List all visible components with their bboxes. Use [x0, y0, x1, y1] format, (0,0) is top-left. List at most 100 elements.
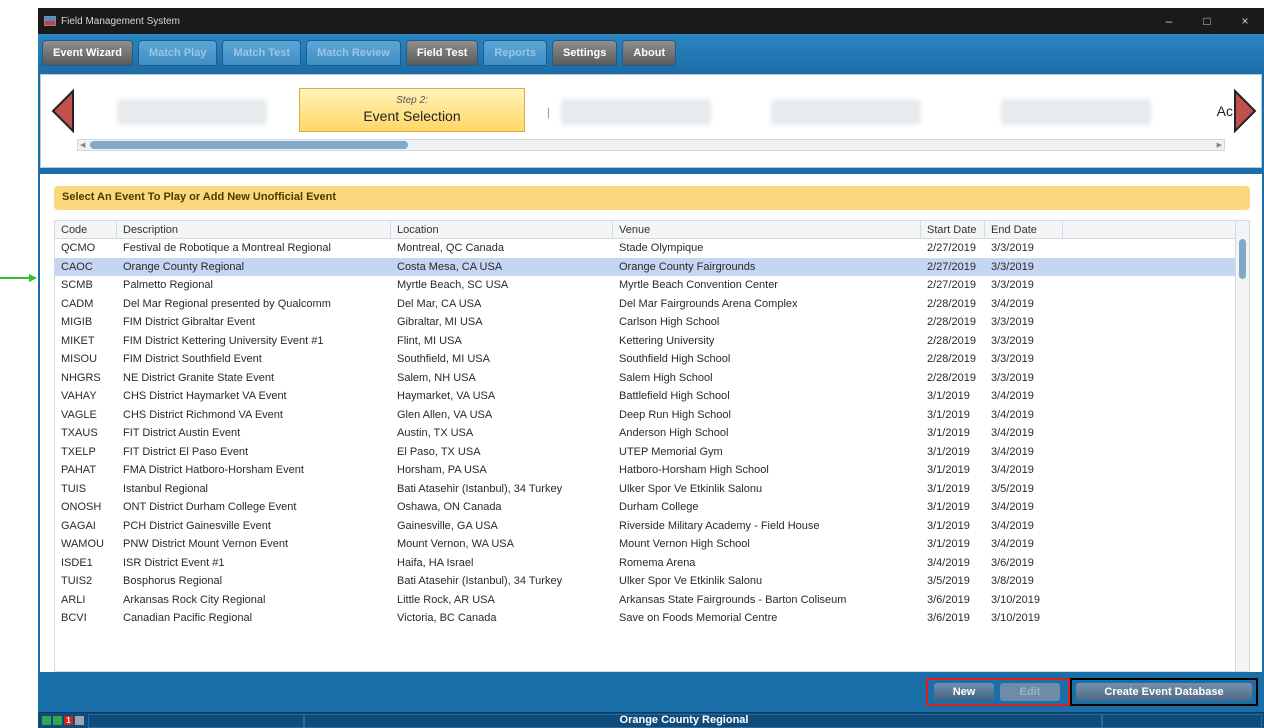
scroll-left-icon[interactable]: ◀ — [80, 141, 85, 149]
new-event-button[interactable]: New — [934, 683, 994, 701]
next-step-arrow-icon[interactable] — [1233, 89, 1257, 133]
table-row[interactable]: ONOSH ONT District Durham College Event Os… — [55, 498, 1249, 517]
maximize-button[interactable]: □ — [1188, 8, 1226, 34]
table-body: QCMO Festival de Robotique a Montreal Reg… — [55, 239, 1249, 628]
previous-step-arrow-icon[interactable] — [51, 89, 75, 133]
column-header-location[interactable]: Location — [391, 221, 613, 238]
cell-location: Bati Atasehir (Istanbul), 34 Turkey — [397, 575, 563, 588]
cell-venue: Arkansas State Fairgrounds - Barton Coli… — [619, 593, 847, 606]
table-row[interactable]: VAHAY CHS District Haymarket VA Event Haym… — [55, 387, 1249, 406]
wizard-step-strip: Step 2: Event Selection | Ac ◀ ▶ — [40, 74, 1262, 168]
table-row[interactable]: WAMOU PNW District Mount Vernon Event Moun… — [55, 535, 1249, 554]
menu-match-play: Match Play — [137, 40, 218, 66]
table-row[interactable]: ISDE1 ISR District Event #1 Haifa, HA Isra… — [55, 554, 1249, 573]
step-separator: | — [547, 105, 551, 119]
column-header-description[interactable]: Description — [117, 221, 391, 238]
step-1-blurred[interactable] — [117, 99, 267, 125]
table-row[interactable]: VAGLE CHS District Richmond VA Event Glen … — [55, 406, 1249, 425]
cell-description: FIM District Gibraltar Event — [123, 316, 256, 329]
status-gray-indicator — [75, 716, 84, 725]
cell-venue: Stade Olympique — [619, 242, 704, 255]
cell-venue: Durham College — [619, 501, 699, 514]
cell-start-date: 3/4/2019 — [927, 556, 970, 569]
scrollbar-thumb[interactable] — [1239, 239, 1246, 279]
column-header-start-date[interactable]: Start Date — [921, 221, 985, 238]
cell-code: TXAUS — [61, 427, 98, 440]
status-panel-right — [1102, 714, 1262, 728]
menu-about[interactable]: About — [622, 40, 677, 66]
cell-start-date: 3/1/2019 — [927, 464, 970, 477]
cell-description: ISR District Event #1 — [123, 556, 225, 569]
cell-start-date: 3/1/2019 — [927, 501, 970, 514]
cell-description: FIT District El Paso Event — [123, 445, 249, 458]
status-bar: 1 Orange County Regional — [38, 712, 1264, 728]
cell-description: ONT District Durham College Event — [123, 501, 297, 514]
table-row[interactable]: GAGAI PCH District Gainesville Event Gaine… — [55, 517, 1249, 536]
table-vertical-scrollbar[interactable] — [1235, 221, 1249, 671]
cell-location: Haymarket, VA USA — [397, 390, 496, 403]
cell-description: FMA District Hatboro-Horsham Event — [123, 464, 304, 477]
step-4-blurred[interactable] — [771, 99, 921, 125]
cell-location: Austin, TX USA — [397, 427, 474, 440]
cell-start-date: 3/1/2019 — [927, 390, 970, 403]
table-row[interactable]: TUIS2 Bosphorus Regional Bati Atasehir (Is… — [55, 572, 1249, 591]
event-selection-panel: Select An Event To Play or Add New Unoff… — [40, 174, 1262, 712]
create-event-database-button[interactable]: Create Event Database — [1076, 683, 1252, 701]
table-row[interactable]: CADM Del Mar Regional presented by Qualco… — [55, 295, 1249, 314]
column-header-code[interactable]: Code — [55, 221, 117, 238]
table-row[interactable]: TUIS Istanbul Regional Bati Atasehir (Ista… — [55, 480, 1249, 499]
cell-location: Myrtle Beach, SC USA — [397, 279, 509, 292]
cell-description: Canadian Pacific Regional — [123, 612, 253, 625]
cell-venue: Riverside Military Academy - Field House — [619, 519, 820, 532]
table-row[interactable]: PAHAT FMA District Hatboro-Horsham Event H… — [55, 461, 1249, 480]
instruction-banner: Select An Event To Play or Add New Unoff… — [54, 186, 1250, 210]
table-row[interactable]: MIGIB FIM District Gibraltar Event Gibralt… — [55, 313, 1249, 332]
cell-end-date: 3/4/2019 — [991, 445, 1034, 458]
table-row[interactable]: QCMO Festival de Robotique a Montreal Reg… — [55, 239, 1249, 258]
cell-description: CHS District Richmond VA Event — [123, 408, 283, 421]
cell-end-date: 3/4/2019 — [991, 427, 1034, 440]
step-number: Step 2: — [396, 95, 428, 106]
menu-field-test[interactable]: Field Test — [405, 40, 479, 66]
step-3-blurred[interactable] — [561, 99, 711, 125]
cell-code: QCMO — [61, 242, 96, 255]
menu-settings[interactable]: Settings — [551, 40, 618, 66]
cell-end-date: 3/3/2019 — [991, 242, 1034, 255]
cell-start-date: 3/1/2019 — [927, 445, 970, 458]
cell-end-date: 3/4/2019 — [991, 408, 1034, 421]
cell-location: Haifa, HA Israel — [397, 556, 474, 569]
cell-venue: Save on Foods Memorial Centre — [619, 612, 778, 625]
cell-end-date: 3/3/2019 — [991, 316, 1034, 329]
close-button[interactable]: × — [1226, 8, 1264, 34]
menu-event-wizard[interactable]: Event Wizard — [42, 40, 133, 66]
table-row[interactable]: BCVI Canadian Pacific Regional Victoria, B… — [55, 609, 1249, 628]
table-row[interactable]: MIKET FIM District Kettering University E… — [55, 332, 1249, 351]
scroll-right-icon[interactable]: ▶ — [1217, 141, 1222, 149]
column-header-end-date[interactable]: End Date — [985, 221, 1063, 238]
cell-end-date: 3/4/2019 — [991, 390, 1034, 403]
table-row[interactable]: TXAUS FIT District Austin Event Austin, TX… — [55, 424, 1249, 443]
wizard-horizontal-scrollbar[interactable]: ◀ ▶ — [77, 139, 1225, 151]
step-event-selection[interactable]: Step 2: Event Selection — [299, 88, 525, 132]
cell-end-date: 3/3/2019 — [991, 260, 1034, 273]
app-window: Field Management System – □ × Event Wiza… — [38, 8, 1264, 728]
step-5-blurred[interactable] — [1001, 99, 1151, 125]
table-row[interactable]: CAOC Orange County Regional Costa Mesa, CA… — [55, 257, 1249, 276]
cell-location: Horsham, PA USA — [397, 464, 487, 477]
cell-venue: Salem High School — [619, 371, 713, 384]
scrollbar-thumb[interactable] — [90, 141, 408, 149]
cell-venue: Southfield High School — [619, 353, 731, 366]
column-header-venue[interactable]: Venue — [613, 221, 921, 238]
table-row[interactable]: MISOU FIM District Southfield Event Southf… — [55, 350, 1249, 369]
step-6-truncated-label: Ac — [1216, 103, 1233, 119]
table-row[interactable]: ARLI Arkansas Rock City Regional Little Ro… — [55, 591, 1249, 610]
table-row[interactable]: SCMB Palmetto Regional Myrtle Beach, SC US… — [55, 276, 1249, 295]
app-logo-icon — [44, 16, 56, 26]
cell-end-date: 3/3/2019 — [991, 371, 1034, 384]
table-row[interactable]: TXELP FIT District El Paso Event El Paso, … — [55, 443, 1249, 462]
table-row[interactable]: NHGRS NE District Granite State Event Sale… — [55, 369, 1249, 388]
minimize-button[interactable]: – — [1150, 8, 1188, 34]
cell-start-date: 3/6/2019 — [927, 593, 970, 606]
cell-location: Costa Mesa, CA USA — [397, 260, 503, 273]
cell-description: Festival de Robotique a Montreal Regiona… — [123, 242, 331, 255]
